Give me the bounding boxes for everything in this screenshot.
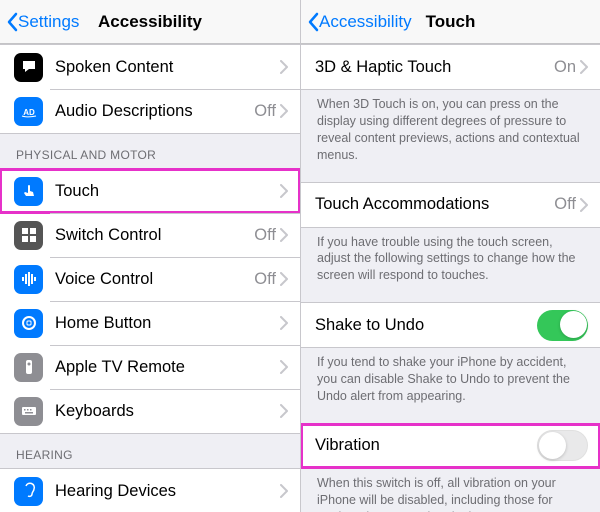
- row-label: Hearing Devices: [55, 482, 280, 501]
- chevron-right-icon: [280, 228, 288, 242]
- back-button[interactable]: Settings: [6, 12, 79, 32]
- row-label: Switch Control: [55, 226, 254, 245]
- back-label: Accessibility: [319, 12, 412, 32]
- row-keyboards[interactable]: Keyboards: [0, 389, 300, 433]
- audio-desc-icon: AD: [14, 97, 43, 126]
- section-header: PHYSICAL AND MOTOR: [0, 134, 300, 168]
- chevron-left-icon: [307, 12, 319, 32]
- hearing-icon: [14, 477, 43, 506]
- chevron-right-icon: [280, 484, 288, 498]
- section-footer: If you have trouble using the touch scre…: [301, 228, 600, 299]
- row-audio-descriptions[interactable]: AD Audio DescriptionsOff: [0, 89, 300, 133]
- row-label: Keyboards: [55, 402, 280, 421]
- row-label: Vibration: [315, 436, 537, 455]
- left-content: Spoken ContentADAudio DescriptionsOffPHY…: [0, 44, 300, 512]
- chevron-right-icon: [580, 198, 588, 212]
- row-label: 3D & Haptic Touch: [315, 58, 554, 77]
- chevron-right-icon: [280, 360, 288, 374]
- row-label: Voice Control: [55, 270, 254, 289]
- row-value: Off: [254, 270, 276, 289]
- chevron-right-icon: [280, 316, 288, 330]
- right-content: 3D & Haptic TouchOnWhen 3D Touch is on, …: [301, 44, 600, 512]
- row-3d-haptic-touch[interactable]: 3D & Haptic TouchOn: [301, 45, 600, 89]
- row-label: Spoken Content: [55, 58, 280, 77]
- row-label: Touch: [55, 182, 280, 201]
- section-footer: When 3D Touch is on, you can press on th…: [301, 90, 600, 178]
- section-footer: If you tend to shake your iPhone by acci…: [301, 348, 600, 419]
- apple-tv-icon: [14, 353, 43, 382]
- toggle-switch[interactable]: [537, 430, 588, 461]
- toggle-knob: [539, 432, 566, 459]
- chevron-right-icon: [280, 272, 288, 286]
- row-label: Touch Accommodations: [315, 195, 554, 214]
- row-voice-control[interactable]: Voice ControlOff: [0, 257, 300, 301]
- back-label: Settings: [18, 12, 79, 32]
- settings-group: Spoken Content AD Audio DescriptionsOff: [0, 44, 300, 134]
- settings-group: Touch AccommodationsOff: [301, 182, 600, 228]
- chevron-right-icon: [280, 404, 288, 418]
- row-vibration[interactable]: Vibration: [301, 424, 600, 468]
- row-label: Home Button: [55, 314, 280, 333]
- section-header: HEARING: [0, 434, 300, 468]
- chevron-right-icon: [580, 60, 588, 74]
- chevron-left-icon: [6, 12, 18, 32]
- toggle-switch[interactable]: [537, 310, 588, 341]
- row-value: Off: [554, 195, 576, 214]
- settings-group: Vibration: [301, 423, 600, 469]
- keyboards-icon: [14, 397, 43, 426]
- row-touch-accommodations[interactable]: Touch AccommodationsOff: [301, 183, 600, 227]
- switch-control-icon: [14, 221, 43, 250]
- back-button[interactable]: Accessibility: [307, 12, 412, 32]
- touch-pane: Accessibility Touch 3D & Haptic TouchOnW…: [300, 0, 600, 512]
- navbar-right: Accessibility Touch: [301, 0, 600, 44]
- row-label: Shake to Undo: [315, 316, 537, 335]
- row-switch-control[interactable]: Switch ControlOff: [0, 213, 300, 257]
- chevron-right-icon: [280, 184, 288, 198]
- row-apple-tv-remote[interactable]: Apple TV Remote: [0, 345, 300, 389]
- settings-group: Hearing DevicesRTT/TTYOffAudio/Visual: [0, 468, 300, 512]
- row-hearing-devices[interactable]: Hearing Devices: [0, 469, 300, 512]
- settings-group: TouchSwitch ControlOffVoice ControlOffHo…: [0, 168, 300, 434]
- row-value: On: [554, 58, 576, 77]
- toggle-knob: [560, 311, 587, 338]
- navbar-left: Settings Accessibility: [0, 0, 300, 44]
- settings-group: Shake to Undo: [301, 302, 600, 348]
- row-spoken-content[interactable]: Spoken Content: [0, 45, 300, 89]
- svg-text:AD: AD: [23, 108, 35, 117]
- touch-icon: [14, 177, 43, 206]
- chevron-right-icon: [280, 104, 288, 118]
- settings-group: 3D & Haptic TouchOn: [301, 44, 600, 90]
- row-value: Off: [254, 226, 276, 245]
- chevron-right-icon: [280, 60, 288, 74]
- section-footer: When this switch is off, all vibration o…: [301, 469, 600, 512]
- row-value: Off: [254, 102, 276, 121]
- row-touch[interactable]: Touch: [0, 169, 300, 213]
- speech-icon: [14, 53, 43, 82]
- row-home-button[interactable]: Home Button: [0, 301, 300, 345]
- row-label: Apple TV Remote: [55, 358, 280, 377]
- row-shake-to-undo[interactable]: Shake to Undo: [301, 303, 600, 347]
- home-button-icon: [14, 309, 43, 338]
- accessibility-pane: Settings Accessibility Spoken ContentADA…: [0, 0, 300, 512]
- row-label: Audio Descriptions: [55, 102, 254, 121]
- voice-control-icon: [14, 265, 43, 294]
